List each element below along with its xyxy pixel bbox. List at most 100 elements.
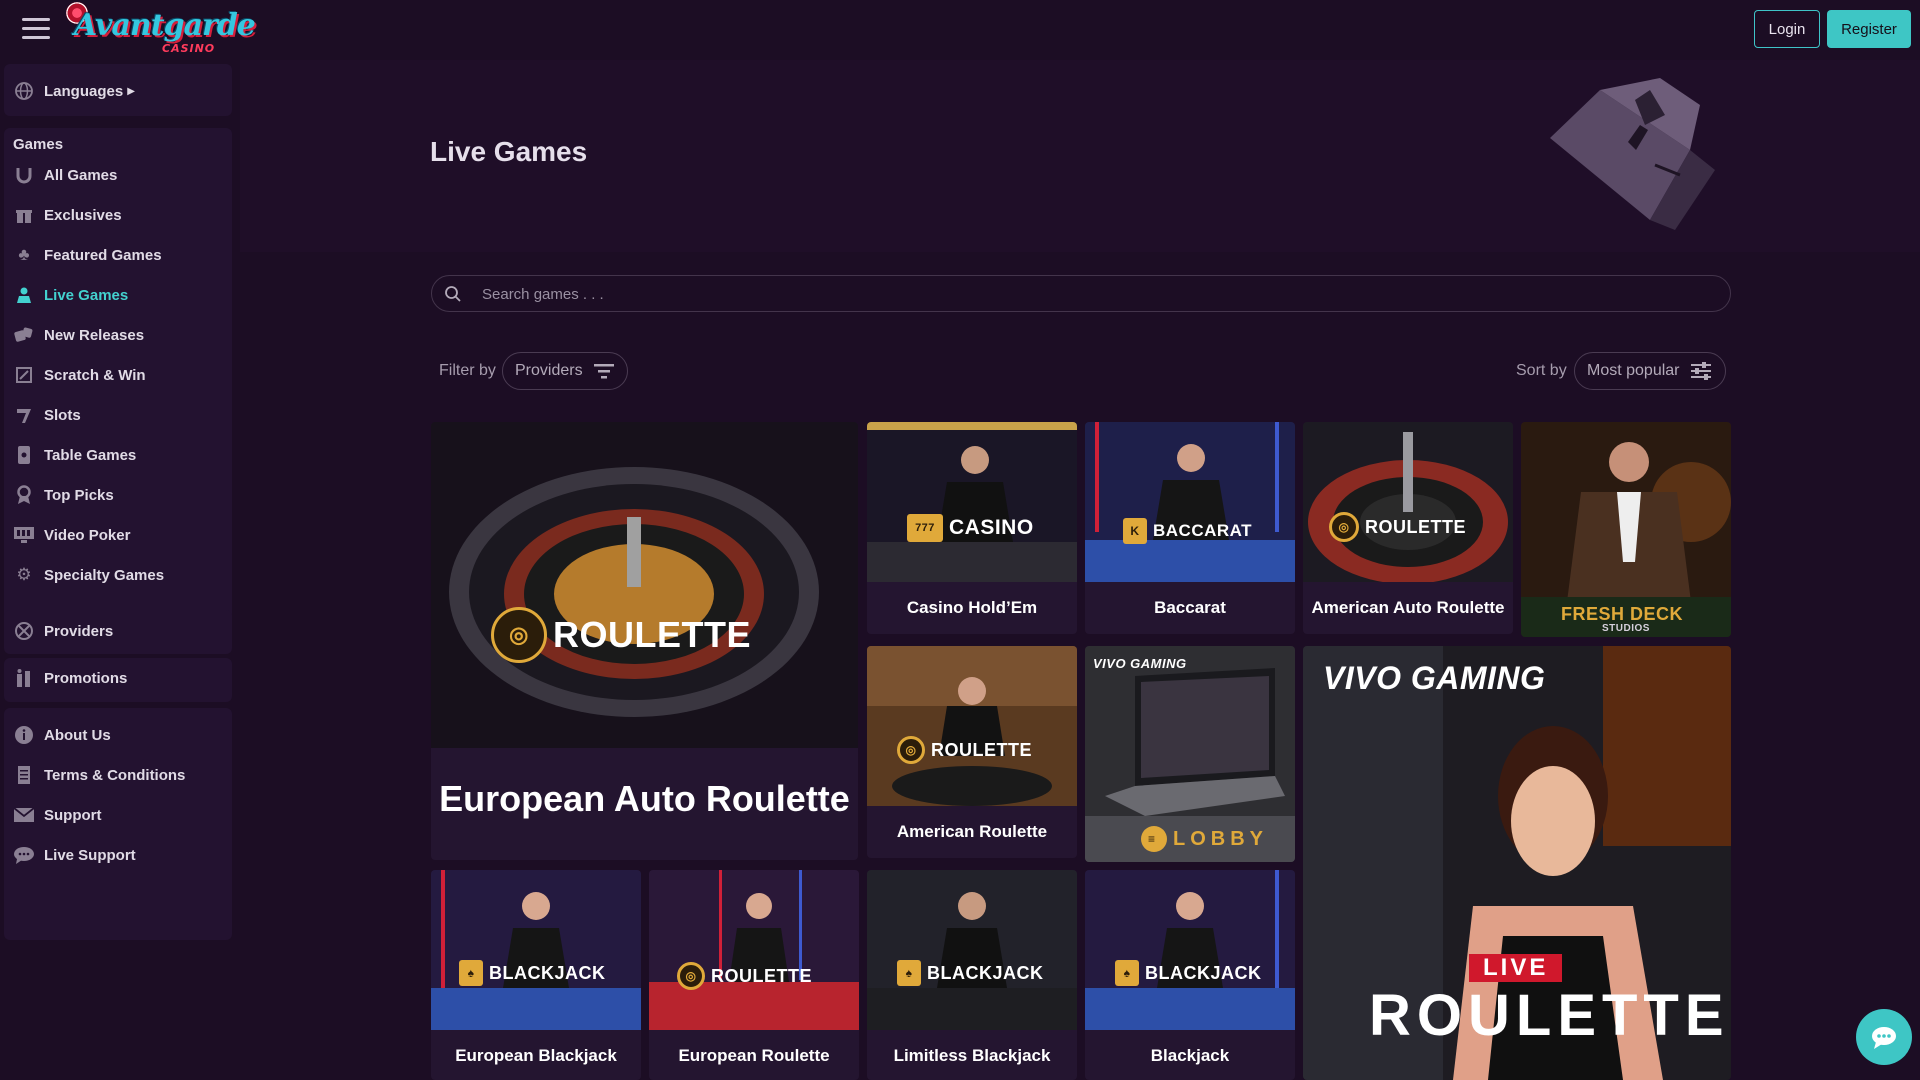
roulette-wheel-icon: ◎ <box>1329 512 1359 542</box>
caret-right-icon: ▶ <box>127 85 135 97</box>
sidebar-item-label: New Releases <box>44 326 145 344</box>
sidebar-item-new-releases[interactable]: New Releases <box>12 320 144 350</box>
sidebar-item-exclusives[interactable]: Exclusives <box>12 200 122 230</box>
live-chat-button[interactable] <box>1856 1009 1912 1065</box>
game-title: American Auto Roulette <box>1311 598 1505 617</box>
sidebar-item-label: Specialty Games <box>44 566 165 584</box>
gift-icon <box>12 205 36 225</box>
sidebar-item-label: Terms & Conditions <box>44 766 186 784</box>
game-tile-american-auto-roulette[interactable]: ◎ ROULETTE American Auto Roulette <box>1303 422 1513 634</box>
playing-card-icon: ♠ <box>1115 960 1139 986</box>
sidebar-item-providers[interactable]: Providers <box>12 616 113 646</box>
menu-icon[interactable] <box>22 18 50 40</box>
game-tile-blackjack[interactable]: ♠ BLACKJACK Blackjack <box>1085 870 1295 1080</box>
game-tile-fresh-deck-studios[interactable]: FRESH DECK STUDIOS <box>1521 422 1731 637</box>
chat-icon <box>12 845 36 865</box>
game-badge-sub: STUDIOS <box>1602 623 1650 634</box>
game-title: Limitless Blackjack <box>893 1046 1051 1065</box>
register-button[interactable]: Register <box>1827 10 1911 48</box>
sidebar-item-terms[interactable]: Terms & Conditions <box>12 760 185 790</box>
sidebar-item-slots[interactable]: Slots <box>12 400 81 430</box>
sidebar-item-specialty-games[interactable]: ⚙ Specialty Games <box>12 560 164 590</box>
login-button[interactable]: Login <box>1754 10 1820 48</box>
game-badge: ♠ BLACKJACK <box>459 960 606 986</box>
game-tile-limitless-blackjack[interactable]: ♠ BLACKJACK Limitless Blackjack <box>867 870 1077 1080</box>
game-badge: ◎ ROULETTE <box>491 607 751 663</box>
badge-label: LOBBY <box>1173 827 1268 850</box>
badge-label: ROULETTE <box>1365 516 1466 537</box>
game-thumbnail <box>867 870 1077 1030</box>
game-badge: ROULETTE <box>1369 982 1730 1049</box>
page-title: Live Games <box>430 136 588 167</box>
scratch-card-icon <box>12 365 36 385</box>
promotions-icon <box>12 668 36 688</box>
sidebar-item-label: Exclusives <box>44 206 122 224</box>
ribbon-icon <box>12 485 36 505</box>
badge-label: BACCARAT <box>1153 521 1253 540</box>
logo-subtext: CASINO <box>162 42 216 55</box>
sidebar-item-live-games[interactable]: Live Games <box>12 280 128 310</box>
sidebar-item-label: Live Support <box>44 846 136 864</box>
game-title: European Blackjack <box>455 1046 617 1065</box>
game-title: European Auto Roulette <box>439 778 850 819</box>
monitor-icon <box>12 525 36 545</box>
sidebar-item-support[interactable]: Support <box>12 800 102 830</box>
game-badge: 777 CASINO <box>907 514 1034 542</box>
live-label: LIVE <box>1483 954 1549 981</box>
badge-label: CASINO <box>949 516 1034 539</box>
game-tile-european-blackjack[interactable]: ♠ BLACKJACK European Blackjack <box>431 870 641 1080</box>
info-icon <box>12 725 36 745</box>
sidebar-item-scratch-win[interactable]: Scratch & Win <box>12 360 146 390</box>
vivo-gaming-logo: VIVO GAMING <box>1323 660 1545 697</box>
search-input[interactable] <box>482 279 1682 309</box>
game-tile-american-roulette[interactable]: ◎ ROULETTE American Roulette <box>867 646 1077 858</box>
sidebar-item-about-us[interactable]: About Us <box>12 720 111 750</box>
sidebar-item-label: About Us <box>44 726 111 744</box>
site-logo[interactable]: Avantgarde CASINO <box>66 2 256 60</box>
sidebar-item-all-games[interactable]: All Games <box>12 160 117 190</box>
chat-bubble-icon <box>1872 1027 1896 1049</box>
badge-label: FRESH DECK <box>1561 604 1684 624</box>
game-thumbnail <box>867 646 1077 806</box>
gear-icon: ⚙ <box>16 565 32 584</box>
game-tile-casino-holdem[interactable]: 777 CASINO Casino Hold’Em <box>867 422 1077 634</box>
sidebar-item-live-support[interactable]: Live Support <box>12 840 136 870</box>
filter-icon <box>593 364 614 379</box>
badge-label: ROULETTE <box>711 965 812 986</box>
sidebar-item-table-games[interactable]: Table Games <box>12 440 136 470</box>
roulette-wheel-icon: ◎ <box>897 736 925 764</box>
game-badge: ♠ BLACKJACK <box>897 960 1044 986</box>
game-title: Baccarat <box>1154 598 1226 617</box>
search-bar[interactable] <box>431 275 1731 312</box>
game-tile-european-roulette[interactable]: ◎ ROULETTE European Roulette <box>649 870 859 1080</box>
badge-label: BLACKJACK <box>1145 962 1262 983</box>
sidebar-item-label: Top Picks <box>44 486 114 504</box>
game-badge: ◎ ROULETTE <box>1329 512 1466 542</box>
game-tile-vivo-live-roulette[interactable]: VIVO GAMING LIVE ROULETTE <box>1303 646 1731 1080</box>
game-title: Casino Hold’Em <box>906 598 1038 617</box>
roulette-wheel-icon: ◎ <box>677 962 705 990</box>
brand-label: VIVO GAMING <box>1093 656 1187 671</box>
providers-filter-dropdown[interactable]: Providers <box>502 352 628 390</box>
card-icon <box>12 445 36 465</box>
languages-label: Languages <box>44 82 124 100</box>
game-thumbnail <box>1085 870 1295 1030</box>
games-heading: Games <box>13 136 64 153</box>
sidebar-item-video-poker[interactable]: Video Poker <box>12 520 130 550</box>
languages-menu[interactable]: Languages ▶ <box>12 76 135 106</box>
game-tile-european-auto-roulette[interactable]: ◎ ROULETTE European Auto Roulette <box>431 422 858 860</box>
sliders-icon <box>1690 362 1711 380</box>
sidebar-item-promotions[interactable]: Promotions <box>12 663 127 693</box>
sidebar-item-label: Providers <box>44 622 114 640</box>
game-tile-baccarat[interactable]: K BACCARAT Baccarat <box>1085 422 1295 634</box>
slot-777-icon: 777 <box>907 514 943 542</box>
sidebar-item-label: All Games <box>44 166 118 184</box>
badge-label: ROULETTE <box>553 614 751 655</box>
game-title: European Roulette <box>678 1046 830 1065</box>
sidebar-item-top-picks[interactable]: Top Picks <box>12 480 114 510</box>
dealer-icon <box>12 285 36 305</box>
sort-dropdown[interactable]: Most popular <box>1574 352 1726 390</box>
providers-icon <box>12 621 36 641</box>
game-tile-vivo-lobby[interactable]: VIVO GAMING ≡ LOBBY <box>1085 646 1295 862</box>
sidebar-item-featured-games[interactable]: ♣ Featured Games <box>12 240 161 270</box>
